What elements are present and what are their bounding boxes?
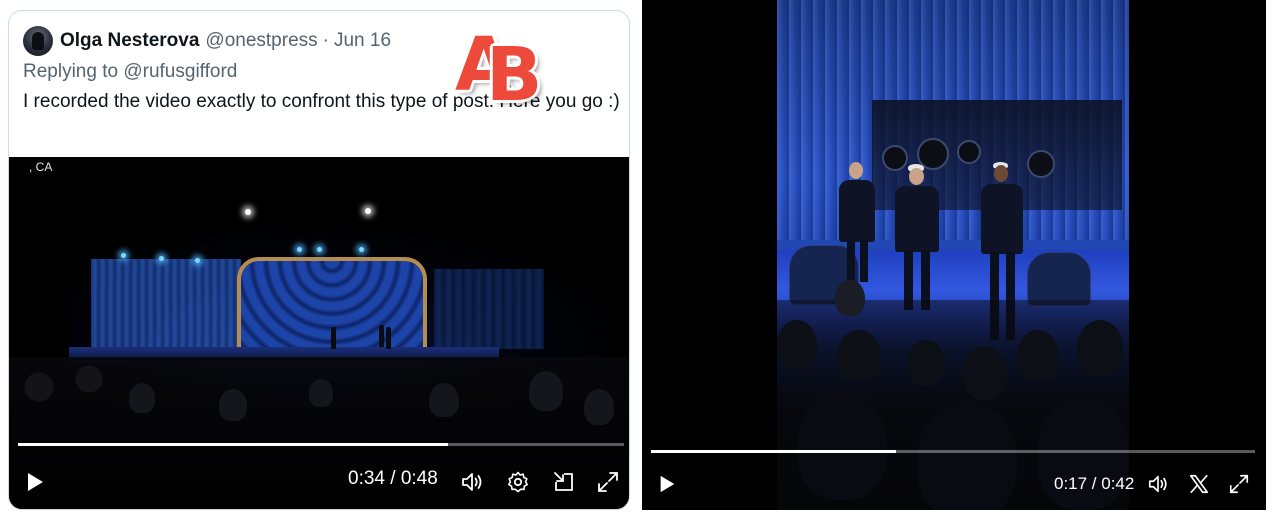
video-frame-b [777,0,1129,510]
fullscreen-icon[interactable] [1228,473,1250,495]
stage-curtain-left [91,259,241,349]
blue-light [317,247,322,252]
panel-label-b: B [486,32,543,118]
blue-light [159,256,164,261]
drum [957,140,981,164]
audience-head [837,330,881,382]
blue-light [195,258,200,263]
person-silhouette [386,327,391,349]
audience-head [835,280,865,316]
blue-light [121,253,126,258]
replying-handle[interactable]: @rufusgifford [123,61,237,82]
replying-to: Replying to @rufusgifford [23,61,237,83]
volume-icon[interactable] [1147,473,1169,495]
video-player-b[interactable]: 0:17 / 0:42 [642,0,1266,510]
audience-head [309,379,333,407]
person-silhouette [379,325,384,347]
audience-head [777,320,817,370]
pop-out-icon[interactable] [552,470,576,494]
play-icon[interactable] [657,474,677,494]
audience-head [1017,330,1059,382]
tweet-date[interactable]: Jun 16 [334,30,391,52]
audience-head [797,390,887,500]
spotlight [365,208,371,214]
fullscreen-icon[interactable] [596,470,620,494]
video-progress-fill [651,450,896,453]
blue-light [359,247,364,252]
person-suit [981,184,1023,254]
avatar[interactable] [23,26,53,56]
person-head [909,168,924,185]
settings-icon[interactable] [506,470,530,494]
x-logo-icon[interactable] [1188,473,1210,495]
author-handle[interactable]: @onestpress [205,30,317,52]
audience-head [963,346,1007,400]
video-time: 0:17 / 0:42 [1054,474,1135,493]
audience-head [529,371,563,411]
video-progress-bar[interactable] [651,450,1255,453]
replying-prefix: Replying to [23,61,119,82]
video-location-text: , CA [29,160,53,174]
person-silhouette [331,327,336,349]
person-suit [839,180,875,242]
audience-head [584,389,614,425]
person-leg [860,240,868,282]
separator: · [322,30,329,51]
person-head [994,165,1008,182]
audience-head [917,400,1017,510]
play-icon[interactable] [24,471,46,493]
audience-head [129,383,155,413]
stage-curtain-right [434,269,544,349]
person-suit [895,186,939,252]
audience-head [219,389,247,421]
video-time: 0:34 / 0:48 [348,468,438,489]
drum [1027,150,1055,178]
audience-head [1077,320,1123,376]
volume-icon[interactable] [460,470,484,494]
audience-head [907,340,945,386]
tweet-header: Olga Nesterova @onestpress · Jun 16 [23,25,391,57]
person-leg [847,240,855,282]
spotlight [245,209,251,215]
audience-head [429,383,459,417]
person-head [849,162,863,179]
video-player-a[interactable]: , CA 0:34 / 0:48 [9,157,629,509]
stage-chair [1027,252,1091,306]
video-progress-bar[interactable] [18,443,624,446]
author-name[interactable]: Olga Nesterova [60,30,199,52]
blue-light [297,247,302,252]
drum [882,145,908,171]
video-progress-fill [18,443,449,446]
